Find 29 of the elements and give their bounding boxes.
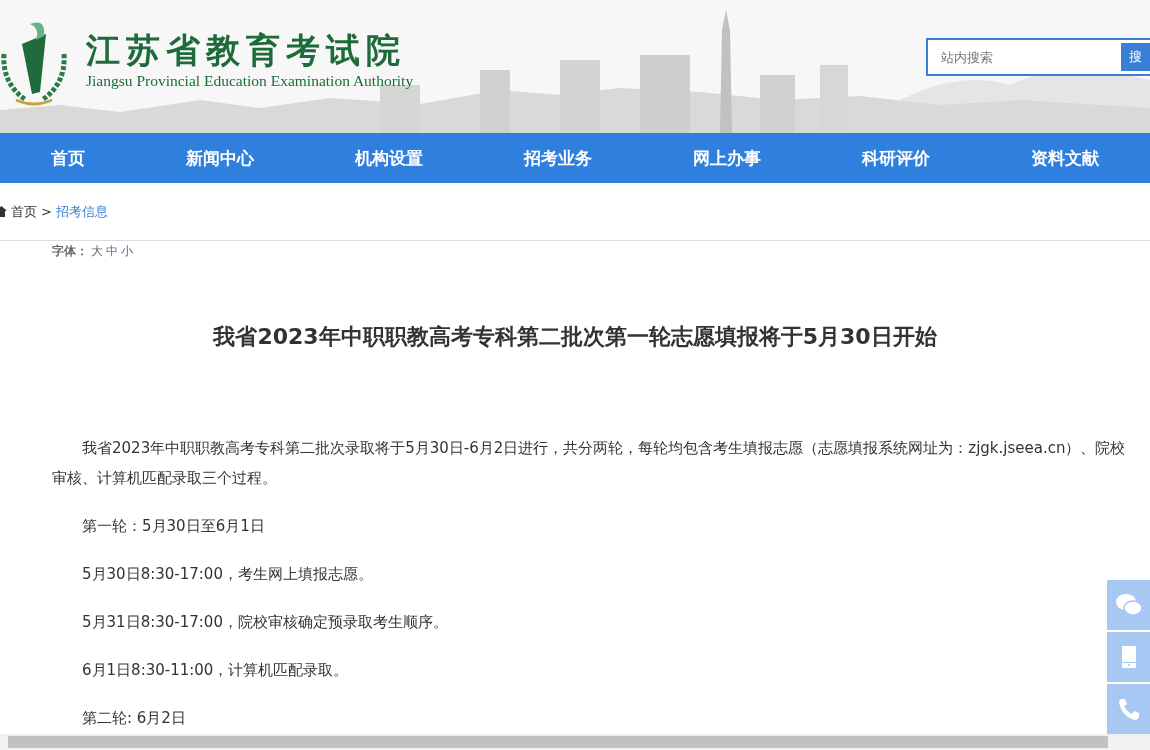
article-paragraph: 第一轮：5月30日至6月1日 <box>81 516 266 537</box>
font-size-option[interactable]: 中 <box>106 242 118 260</box>
breadcrumb-separator: > <box>41 204 52 219</box>
side-button[interactable] <box>1107 684 1150 734</box>
font-size-option[interactable]: 小 <box>121 242 133 260</box>
side-button[interactable] <box>1107 580 1150 630</box>
breadcrumb-link[interactable]: 招考信息 <box>55 202 108 221</box>
nav-item[interactable]: 网上办事 <box>693 146 762 170</box>
font-size-label: 字体： <box>52 242 88 260</box>
article-title: 我省2023年中职职教高考专科第二批次第一轮志愿填报将于5月30日开始 <box>211 323 938 351</box>
article-paragraph: 我省2023年中职职教高考专科第二批次录取将于5月30日-6月2日进行，共分两轮，每轮均包含考生填报志愿（志愿填报系统网址为：zjgk.jseea.cn）、院校审核、计算机匹配录取三个过程。 <box>52 438 1127 489</box>
article-paragraph: 第二轮: 6月2日 <box>81 708 187 729</box>
nav-item[interactable]: 机构设置 <box>354 146 423 170</box>
site-title: 江苏省教育考试院 <box>86 30 407 70</box>
font-size-option[interactable]: 大 <box>91 242 103 260</box>
nav-item[interactable]: 新闻中心 <box>185 146 254 170</box>
search-button[interactable]: 搜 <box>1121 43 1150 71</box>
article-paragraph: 5月30日8:30-17:00，考生网上填报志愿。 <box>81 564 374 585</box>
side-button[interactable] <box>1107 632 1150 682</box>
article-paragraph: 5月31日8:30-17:00，院校审核确定预录取考生顺序。 <box>81 612 449 633</box>
article-paragraph: 6月1日8:30-11:00，计算机匹配录取。 <box>81 660 350 681</box>
breadcrumb-link[interactable]: 首页 <box>11 202 37 221</box>
nav-item[interactable]: 首页 <box>50 146 85 170</box>
search-field[interactable]: 站内搜索 搜 <box>926 38 1150 76</box>
scrollbar[interactable] <box>0 734 1150 750</box>
nav-item[interactable]: 资料文献 <box>1031 146 1100 170</box>
nav-item[interactable]: 招考业务 <box>524 146 592 170</box>
site-subtitle: Jiangsu Provincial Education Examination Authority <box>86 72 414 90</box>
nav-item[interactable]: 科研评价 <box>862 146 931 170</box>
